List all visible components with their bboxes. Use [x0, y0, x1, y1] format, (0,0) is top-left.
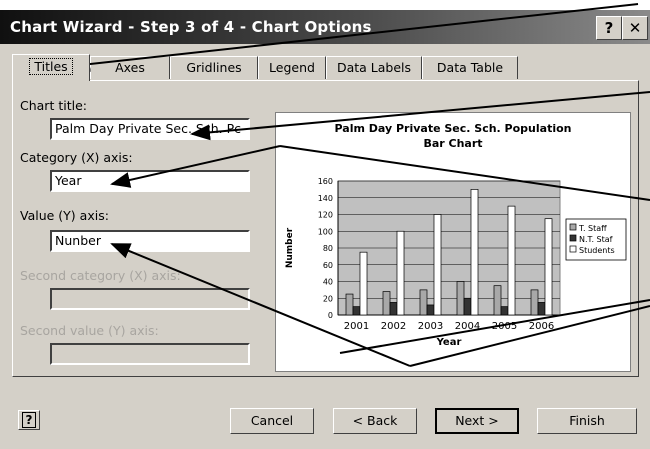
bar-n-t-staf-2006	[537, 302, 546, 316]
second-value-axis-label: Second value (Y) axis:	[20, 323, 159, 338]
second-category-axis-label: Second category (X) axis:	[20, 268, 181, 283]
x-tick-label: 2005	[492, 321, 517, 332]
x-tick-label: 2004	[455, 321, 480, 332]
tab-data-labels[interactable]: Data Labels	[326, 56, 422, 79]
tab-data-table[interactable]: Data Table	[422, 56, 518, 79]
y-tick-label: 100	[318, 227, 333, 236]
y-tick-label: 120	[318, 211, 333, 220]
back-button[interactable]: < Back	[333, 408, 417, 434]
x-tick-label: 2006	[529, 321, 554, 332]
y-tick-label: 80	[323, 244, 333, 253]
legend-swatch	[569, 223, 577, 231]
legend-label: T. Staff	[578, 224, 607, 233]
second-category-axis-input	[50, 288, 250, 310]
bar-students-2001	[359, 251, 368, 316]
tab-axes[interactable]: Axes	[90, 56, 170, 79]
bar-t-staff-2005	[493, 285, 502, 316]
bar-chart: 0 20 40 60 80 100 120 140 160 2001 2002 2003 2004 200…	[285, 177, 627, 348]
cancel-button[interactable]: Cancel	[230, 408, 314, 434]
y-tick-label: 0	[328, 311, 333, 320]
chart-title-label: Chart title:	[20, 98, 87, 113]
bar-n-t-staf-2001	[352, 306, 361, 316]
category-axis-input[interactable]: Year	[50, 170, 250, 192]
x-axis-title: Year	[436, 337, 462, 348]
y-tick-label: 20	[323, 294, 333, 303]
legend-label: N.T. Staf	[579, 235, 613, 244]
bar-students-2002	[396, 230, 405, 316]
x-tick-label: 2002	[381, 321, 406, 332]
help-title-button[interactable]: ?	[596, 16, 622, 40]
value-axis-label: Value (Y) axis:	[20, 208, 109, 223]
next-button[interactable]: Next >	[435, 408, 519, 434]
x-tick-label: 2001	[344, 321, 369, 332]
bar-students-2004	[470, 189, 479, 316]
bar-t-staff-2001	[345, 293, 354, 316]
bar-students-2005	[507, 205, 516, 316]
title-bar[interactable]: Chart Wizard - Step 3 of 4 - Chart Optio…	[0, 10, 650, 44]
bar-t-staff-2002	[382, 291, 391, 316]
y-tick-label: 60	[323, 261, 333, 270]
bar-n-t-staf-2005	[500, 306, 509, 316]
tab-titles[interactable]: Titles	[12, 54, 90, 81]
bar-students-2003	[433, 214, 442, 316]
legend-swatch	[569, 245, 577, 253]
bar-n-t-staf-2003	[426, 304, 435, 316]
close-icon[interactable]: ✕	[622, 16, 648, 40]
help-button[interactable]: ?	[18, 410, 40, 430]
tab-gridlines[interactable]: Gridlines	[170, 56, 258, 79]
bar-students-2006	[544, 218, 553, 316]
bar-n-t-staf-2004	[463, 297, 472, 316]
bar-n-t-staf-2002	[389, 302, 398, 316]
value-axis-input[interactable]: Nunber	[50, 230, 250, 252]
chart-title-input[interactable]: Palm Day Private Sec. Sch. Pc	[50, 118, 250, 140]
bar-t-staff-2003	[419, 289, 428, 316]
y-tick-label: 40	[323, 278, 333, 287]
window-title: Chart Wizard - Step 3 of 4 - Chart Optio…	[10, 18, 372, 36]
tab-titles-label: Titles	[29, 58, 73, 75]
legend-swatch	[569, 234, 577, 242]
bar-t-staff-2004	[456, 281, 465, 316]
tab-legend[interactable]: Legend	[258, 56, 326, 79]
bar-t-staff-2006	[530, 289, 539, 316]
finish-button[interactable]: Finish	[537, 408, 637, 434]
x-tick-label: 2003	[418, 321, 443, 332]
category-axis-label: Category (X) axis:	[20, 150, 133, 165]
chart-preview: Palm Day Private Sec. Sch. Population Ba…	[275, 112, 631, 372]
y-axis-title: Number	[285, 227, 295, 268]
y-tick-label: 140	[318, 194, 333, 203]
help-button-glyph: ?	[21, 412, 37, 428]
y-tick-label: 160	[318, 177, 333, 186]
second-value-axis-input	[50, 343, 250, 365]
legend-label: Students	[579, 246, 615, 255]
